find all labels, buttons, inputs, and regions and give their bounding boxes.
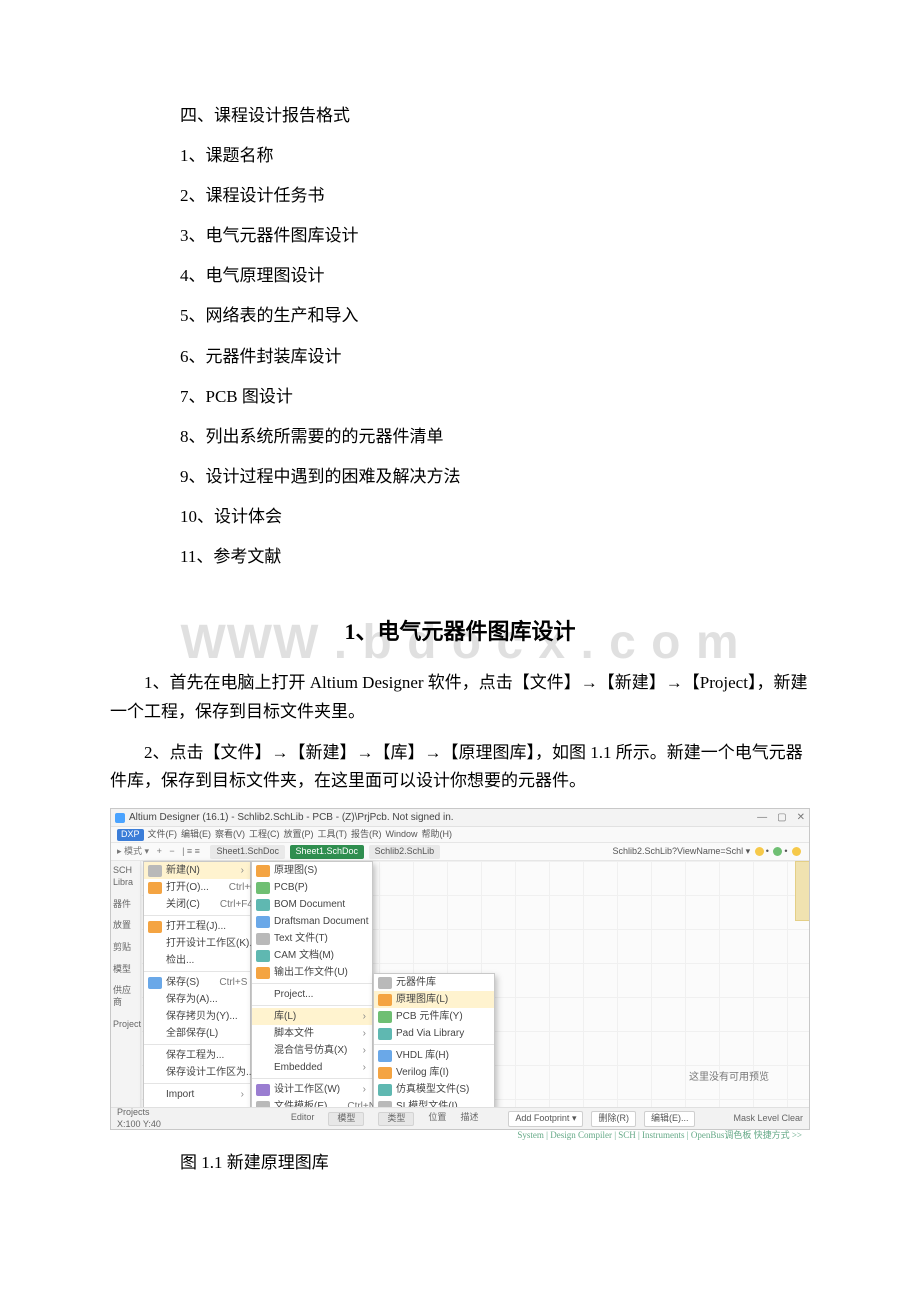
tab-schlib2[interactable]: Schlib2.SchLib [369,845,441,859]
document-tabs[interactable]: ▸ 模式 ▾ + − | ≡ ≡ Sheet1.SchDoc Sheet1.Sc… [117,845,442,859]
footer-bar: Projects X:100 Y:40 Editor 模型 类型 位置 描述 A… [111,1107,809,1129]
chapter-1-step-1: 1、首先在电脑上打开 Altium Designer 软件，点击【文件】→【新建… [110,669,810,727]
section4-item-7: 7、PCB 图设计 [180,386,810,408]
toolbar: ▸ 模式 ▾ + − | ≡ ≡ Sheet1.SchDoc Sheet1.Sc… [111,843,809,861]
menubar[interactable]: DXP 文件(F) 编辑(E) 察看(V) 工程(C) 放置(P) 工具(T) … [111,827,809,843]
section4-item-4: 4、电气原理图设计 [180,265,810,287]
menu-window[interactable]: Window [386,829,418,841]
section-4-list: 1、课题名称 2、课程设计任务书 3、电气元器件图库设计 4、电气原理图设计 5… [110,145,810,568]
section4-item-5: 5、网络表的生产和导入 [180,305,810,327]
tab-sheet2[interactable]: Sheet1.SchDoc [290,845,365,859]
close-icon[interactable]: ✕ [797,811,805,824]
window-title: Altium Designer (16.1) - Schlib2.SchLib … [129,811,454,824]
app-icon [115,813,125,823]
dot-icon [773,847,782,856]
window-controls[interactable]: — ▢ ✕ [757,811,805,824]
menu-report[interactable]: 报告(R) [351,829,382,841]
view-chip: Schlib2.SchLib?ViewName=Schl ▾ • • [612,846,803,858]
section4-item-3: 3、电气元器件图库设计 [180,225,810,247]
section4-item-2: 2、课程设计任务书 [180,185,810,207]
tab-sheet1[interactable]: Sheet1.SchDoc [210,845,285,859]
right-panel-rail[interactable] [795,861,809,921]
chapter-1-heading: 1、电气元器件图库设计 [110,618,810,647]
menu-new-dropdown[interactable]: 原理图(S) PCB(P) BOM Document Draftsman Doc… [251,861,373,1116]
menu-tools[interactable]: 工具(T) [318,829,348,841]
btn-delete[interactable]: 删除(R) [591,1111,636,1127]
section4-item-6: 6、元器件封装库设计 [180,346,810,368]
btn-add-footprint[interactable]: Add Footprint ▾ [508,1111,583,1127]
section4-item-9: 9、设计过程中遇到的困难及解决方法 [180,466,810,488]
section4-item-10: 10、设计体会 [180,506,810,528]
col-location: 位置 [428,1112,446,1126]
footer-projects[interactable]: Projects [117,1107,150,1117]
menu-place[interactable]: 放置(P) [284,829,314,841]
menu-project[interactable]: 工程(C) [249,829,280,841]
menu-edit[interactable]: 编辑(E) [181,829,211,841]
altium-screenshot: Altium Designer (16.1) - Schlib2.SchLib … [110,808,810,1130]
menu-file[interactable]: 文件(F) [148,829,178,841]
figure-1-1-caption: 图 1.1 新建原理图库 [180,1152,810,1174]
status-links[interactable]: System | Design Compiler | SCH | Instrum… [110,1130,810,1142]
footer-coords: X:100 Y:40 [117,1119,161,1129]
chapter-heading-wrap: WWW . b d o c x . c o m 1、电气元器件图库设计 [110,618,810,647]
col-desc: 描述 [460,1112,478,1126]
toolbar-mode: ▸ 模式 ▾ + − | ≡ ≡ [117,846,200,858]
dot-icon [755,847,764,856]
chapter-1-step-2: 2、点击【文件】→【新建】→【库】→【原理图库】，如图 1.1 所示。新建一个电… [110,739,810,797]
menu-help[interactable]: 帮助(H) [422,829,453,841]
section4-item-1: 1、课题名称 [180,145,810,167]
window-titlebar: Altium Designer (16.1) - Schlib2.SchLib … [111,809,809,827]
no-preview-text: 这里没有可用预览 [689,1071,769,1084]
dxp-badge[interactable]: DXP [117,829,144,841]
footer-editor: Editor [291,1112,315,1126]
section4-item-11: 11、参考文献 [180,546,810,568]
section4-item-8: 8、列出系统所需要的的元器件清单 [180,426,810,448]
col-type: 类型 [378,1112,414,1126]
home-icon[interactable] [792,847,801,856]
mask-level[interactable]: Mask Level Clear [733,1113,803,1125]
menu-view[interactable]: 察看(V) [215,829,245,841]
menu-file-dropdown[interactable]: 新建(N) 打开(O)...Ctrl+O 关闭(C)Ctrl+F4 打开工程(J… [143,861,251,1130]
document-page: 四、课程设计报告格式 1、课题名称 2、课程设计任务书 3、电气元器件图库设计 … [0,0,920,1302]
col-model: 模型 [328,1112,364,1126]
maximize-icon[interactable]: ▢ [777,811,786,824]
section-4-title: 四、课程设计报告格式 [180,105,810,127]
minimize-icon[interactable]: — [757,811,767,824]
figure-1-1: Altium Designer (16.1) - Schlib2.SchLib … [110,808,810,1174]
btn-edit[interactable]: 编辑(E)... [644,1111,696,1127]
left-panel-rail[interactable]: SCH Libra 器件 放置 剪贴 模型 供应商 Projects [111,861,141,1107]
